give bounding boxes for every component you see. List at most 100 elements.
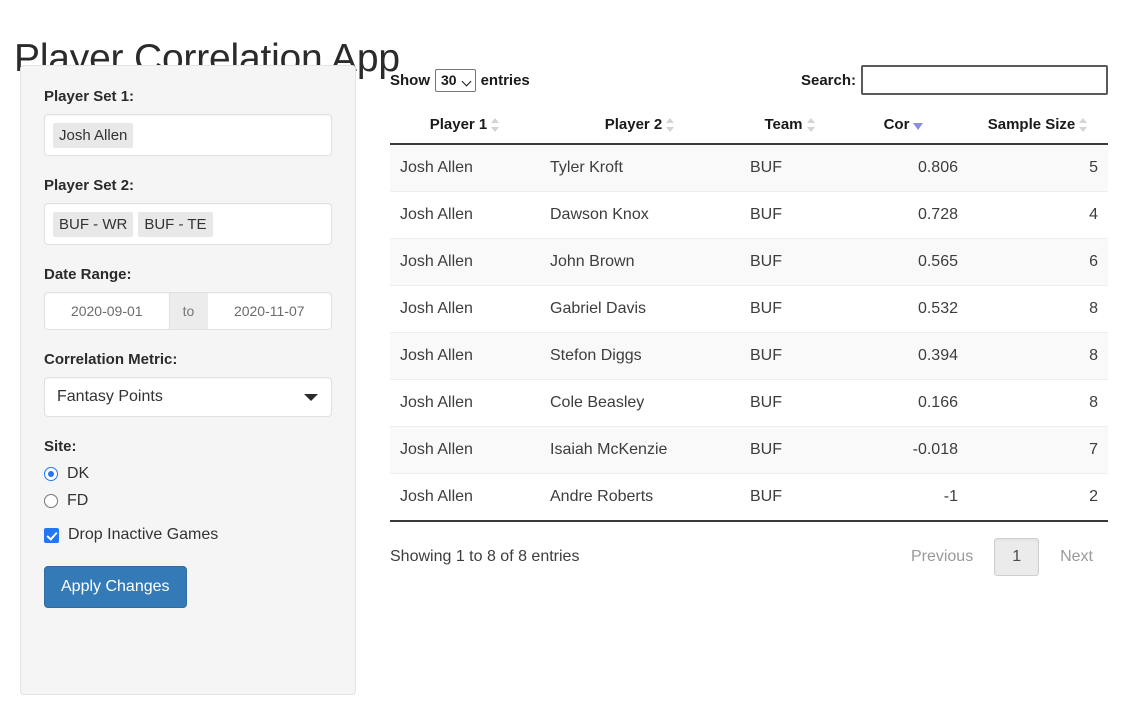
table-row: Josh Allen Stefon Diggs BUF 0.394 8 xyxy=(390,332,1108,380)
column-label: Player 1 xyxy=(429,116,488,133)
column-label: Player 2 xyxy=(604,116,663,133)
app-root: Player Correlation App Player Set 1: Jos… xyxy=(0,0,1143,712)
cell-sample-size: 6 xyxy=(968,238,1108,286)
cell-player2: Tyler Kroft xyxy=(540,144,740,192)
correlation-metric-field: Correlation Metric: Fantasy Points xyxy=(44,351,332,417)
table-info: Showing 1 to 8 of 8 entries xyxy=(390,548,580,565)
column-header-player1[interactable]: Player 1 xyxy=(390,116,540,145)
cell-cor: 0.728 xyxy=(840,191,968,239)
cell-player2: Stefon Diggs xyxy=(540,332,740,380)
pagination-controls: Previous 1 Next xyxy=(896,538,1108,576)
cell-sample-size: 2 xyxy=(968,473,1108,522)
cell-cor: 0.394 xyxy=(840,332,968,380)
page-length-select[interactable]: 30 xyxy=(435,68,476,92)
sort-descending-icon xyxy=(913,117,924,133)
apply-changes-button[interactable]: Apply Changes xyxy=(44,566,187,608)
player-set-1-label: Player Set 1: xyxy=(44,88,135,105)
results-panel: Show 30 entries Search: Player 1 Player … xyxy=(390,62,1108,576)
cell-sample-size: 8 xyxy=(968,285,1108,333)
cell-cor: 0.565 xyxy=(840,238,968,286)
cell-player2: John Brown xyxy=(540,238,740,286)
date-range-field: Date Range: 2020-09-01 to 2020-11-07 xyxy=(44,266,332,330)
cell-player2: Gabriel Davis xyxy=(540,285,740,333)
player-tag[interactable]: BUF - TE xyxy=(138,211,213,237)
cell-team: BUF xyxy=(740,332,840,380)
checkbox-checked-icon xyxy=(44,527,59,543)
cell-sample-size: 5 xyxy=(968,144,1108,192)
cell-sample-size: 8 xyxy=(968,332,1108,380)
cell-player2: Andre Roberts xyxy=(540,473,740,522)
chevron-down-icon xyxy=(461,76,472,86)
sort-both-icon xyxy=(491,117,500,133)
date-end-input[interactable]: 2020-11-07 xyxy=(207,292,332,330)
table-row: Josh Allen Dawson Knox BUF 0.728 4 xyxy=(390,191,1108,239)
cell-team: BUF xyxy=(740,426,840,474)
site-field: Site: DK FD xyxy=(44,438,332,510)
table-row: Josh Allen Andre Roberts BUF -1 2 xyxy=(390,473,1108,522)
column-label: Team xyxy=(764,116,803,133)
site-label: Site: xyxy=(44,438,77,455)
search-control: Search: xyxy=(801,65,1108,95)
player-set-2-field: Player Set 2: BUF - WR BUF - TE xyxy=(44,177,332,245)
correlation-metric-value: Fantasy Points xyxy=(57,388,163,405)
column-header-team[interactable]: Team xyxy=(740,116,840,145)
cell-cor: 0.166 xyxy=(840,379,968,427)
drop-inactive-games-label: Drop Inactive Games xyxy=(68,526,219,543)
table-row: Josh Allen Cole Beasley BUF 0.166 8 xyxy=(390,379,1108,427)
date-range-group: 2020-09-01 to 2020-11-07 xyxy=(44,292,332,330)
date-start-input[interactable]: 2020-09-01 xyxy=(44,292,170,330)
chevron-down-icon xyxy=(304,394,318,401)
pagination-page-1-button[interactable]: 1 xyxy=(994,538,1040,576)
table-header-row: Player 1 Player 2 Team Cor Sample Size xyxy=(390,116,1108,145)
table-footer: Showing 1 to 8 of 8 entries Previous 1 N… xyxy=(390,538,1108,576)
sidebar-panel: Player Set 1: Josh Allen Player Set 2: B… xyxy=(20,65,356,695)
player-set-1-input[interactable]: Josh Allen xyxy=(44,114,332,156)
column-header-cor[interactable]: Cor xyxy=(840,116,968,145)
site-radio-dk[interactable]: DK xyxy=(44,465,332,483)
player-set-1-field: Player Set 1: Josh Allen xyxy=(44,88,332,156)
page-length-value: 30 xyxy=(441,71,457,88)
column-header-sample-size[interactable]: Sample Size xyxy=(968,116,1108,145)
column-label: Cor xyxy=(883,116,910,133)
cell-team: BUF xyxy=(740,379,840,427)
sort-both-icon xyxy=(806,117,816,133)
cell-team: BUF xyxy=(740,285,840,333)
site-radio-fd-label: FD xyxy=(67,492,89,509)
player-tag[interactable]: BUF - WR xyxy=(53,211,134,237)
sort-both-icon xyxy=(1079,117,1088,133)
pagination-next-button[interactable]: Next xyxy=(1045,540,1108,574)
cell-team: BUF xyxy=(740,191,840,239)
date-range-separator: to xyxy=(169,292,208,330)
cell-player1: Josh Allen xyxy=(390,426,540,474)
cell-sample-size: 8 xyxy=(968,379,1108,427)
date-range-label: Date Range: xyxy=(44,266,132,283)
page-length-control: Show 30 entries xyxy=(390,68,530,92)
column-label: Sample Size xyxy=(987,116,1076,133)
cell-cor: -1 xyxy=(840,473,968,522)
table-row: Josh Allen Tyler Kroft BUF 0.806 5 xyxy=(390,144,1108,192)
radio-unselected-icon xyxy=(44,494,58,508)
search-input[interactable] xyxy=(861,65,1108,95)
player-tag[interactable]: Josh Allen xyxy=(53,122,134,148)
player-set-2-label: Player Set 2: xyxy=(44,177,135,194)
drop-inactive-games-checkbox[interactable]: Drop Inactive Games xyxy=(44,526,332,544)
cell-player1: Josh Allen xyxy=(390,473,540,522)
site-radio-fd[interactable]: FD xyxy=(44,492,332,510)
cell-cor: 0.806 xyxy=(840,144,968,192)
radio-selected-icon xyxy=(44,467,58,481)
cell-player2: Cole Beasley xyxy=(540,379,740,427)
correlation-table: Player 1 Player 2 Team Cor Sample Size J… xyxy=(390,116,1108,522)
table-header: Player 1 Player 2 Team Cor Sample Size xyxy=(390,116,1108,145)
correlation-metric-select[interactable]: Fantasy Points xyxy=(44,377,332,417)
player-set-2-input[interactable]: BUF - WR BUF - TE xyxy=(44,203,332,245)
column-header-player2[interactable]: Player 2 xyxy=(540,116,740,145)
cell-player1: Josh Allen xyxy=(390,285,540,333)
cell-player1: Josh Allen xyxy=(390,191,540,239)
cell-player2: Dawson Knox xyxy=(540,191,740,239)
cell-cor: -0.018 xyxy=(840,426,968,474)
sort-both-icon xyxy=(666,117,675,133)
table-body: Josh Allen Tyler Kroft BUF 0.806 5 Josh Allen… xyxy=(390,144,1108,522)
cell-team: BUF xyxy=(740,238,840,286)
cell-player1: Josh Allen xyxy=(390,379,540,427)
pagination-previous-button[interactable]: Previous xyxy=(896,540,988,574)
